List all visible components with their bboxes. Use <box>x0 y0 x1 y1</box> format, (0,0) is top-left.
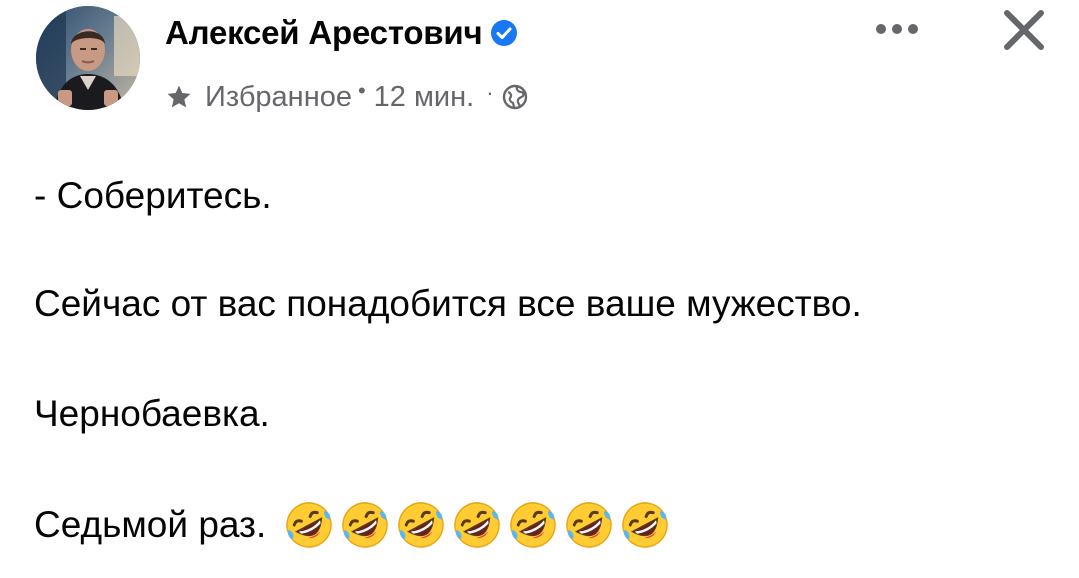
audience-label[interactable]: Избранное <box>205 81 352 114</box>
post-text-line: Сейчас от вас понадобится все ваше мужес… <box>34 283 862 324</box>
close-button[interactable] <box>994 2 1054 58</box>
meta-separator: • <box>357 78 366 103</box>
close-icon <box>1004 10 1044 50</box>
rolling-on-floor-laughing-emoji-icon <box>284 500 334 550</box>
star-icon <box>165 83 193 111</box>
post-text-line: Чернобаевка. <box>34 393 270 434</box>
author-avatar[interactable] <box>36 6 140 110</box>
post-text-line: Седьмой раз. <box>34 504 267 545</box>
rolling-on-floor-laughing-emoji-icon <box>452 500 502 550</box>
emoji-row <box>284 500 676 550</box>
more-options-button[interactable] <box>866 14 928 44</box>
rolling-on-floor-laughing-emoji-icon <box>508 500 558 550</box>
more-options-icon <box>876 24 918 34</box>
rolling-on-floor-laughing-emoji-icon <box>396 500 446 550</box>
rolling-on-floor-laughing-emoji-icon <box>340 500 390 550</box>
meta-separator: · <box>486 80 494 105</box>
post-text-line-with-emoji: Седьмой раз. <box>34 500 676 550</box>
post-meta: Избранное • 12 мин. · <box>165 78 528 116</box>
post-timestamp[interactable]: 12 мин. <box>374 81 475 114</box>
globe-icon[interactable] <box>502 84 528 110</box>
rolling-on-floor-laughing-emoji-icon <box>620 500 670 550</box>
post-text-line: - Соберитесь. <box>34 175 272 216</box>
verified-badge-icon <box>490 19 518 47</box>
rolling-on-floor-laughing-emoji-icon <box>564 500 614 550</box>
avatar-image <box>36 6 140 110</box>
author-name[interactable]: Алексей Арестович <box>165 14 483 52</box>
author-line: Алексей Арестович <box>165 12 518 54</box>
post-header: Алексей Арестович Избранное • 12 мин. · <box>0 0 1079 130</box>
